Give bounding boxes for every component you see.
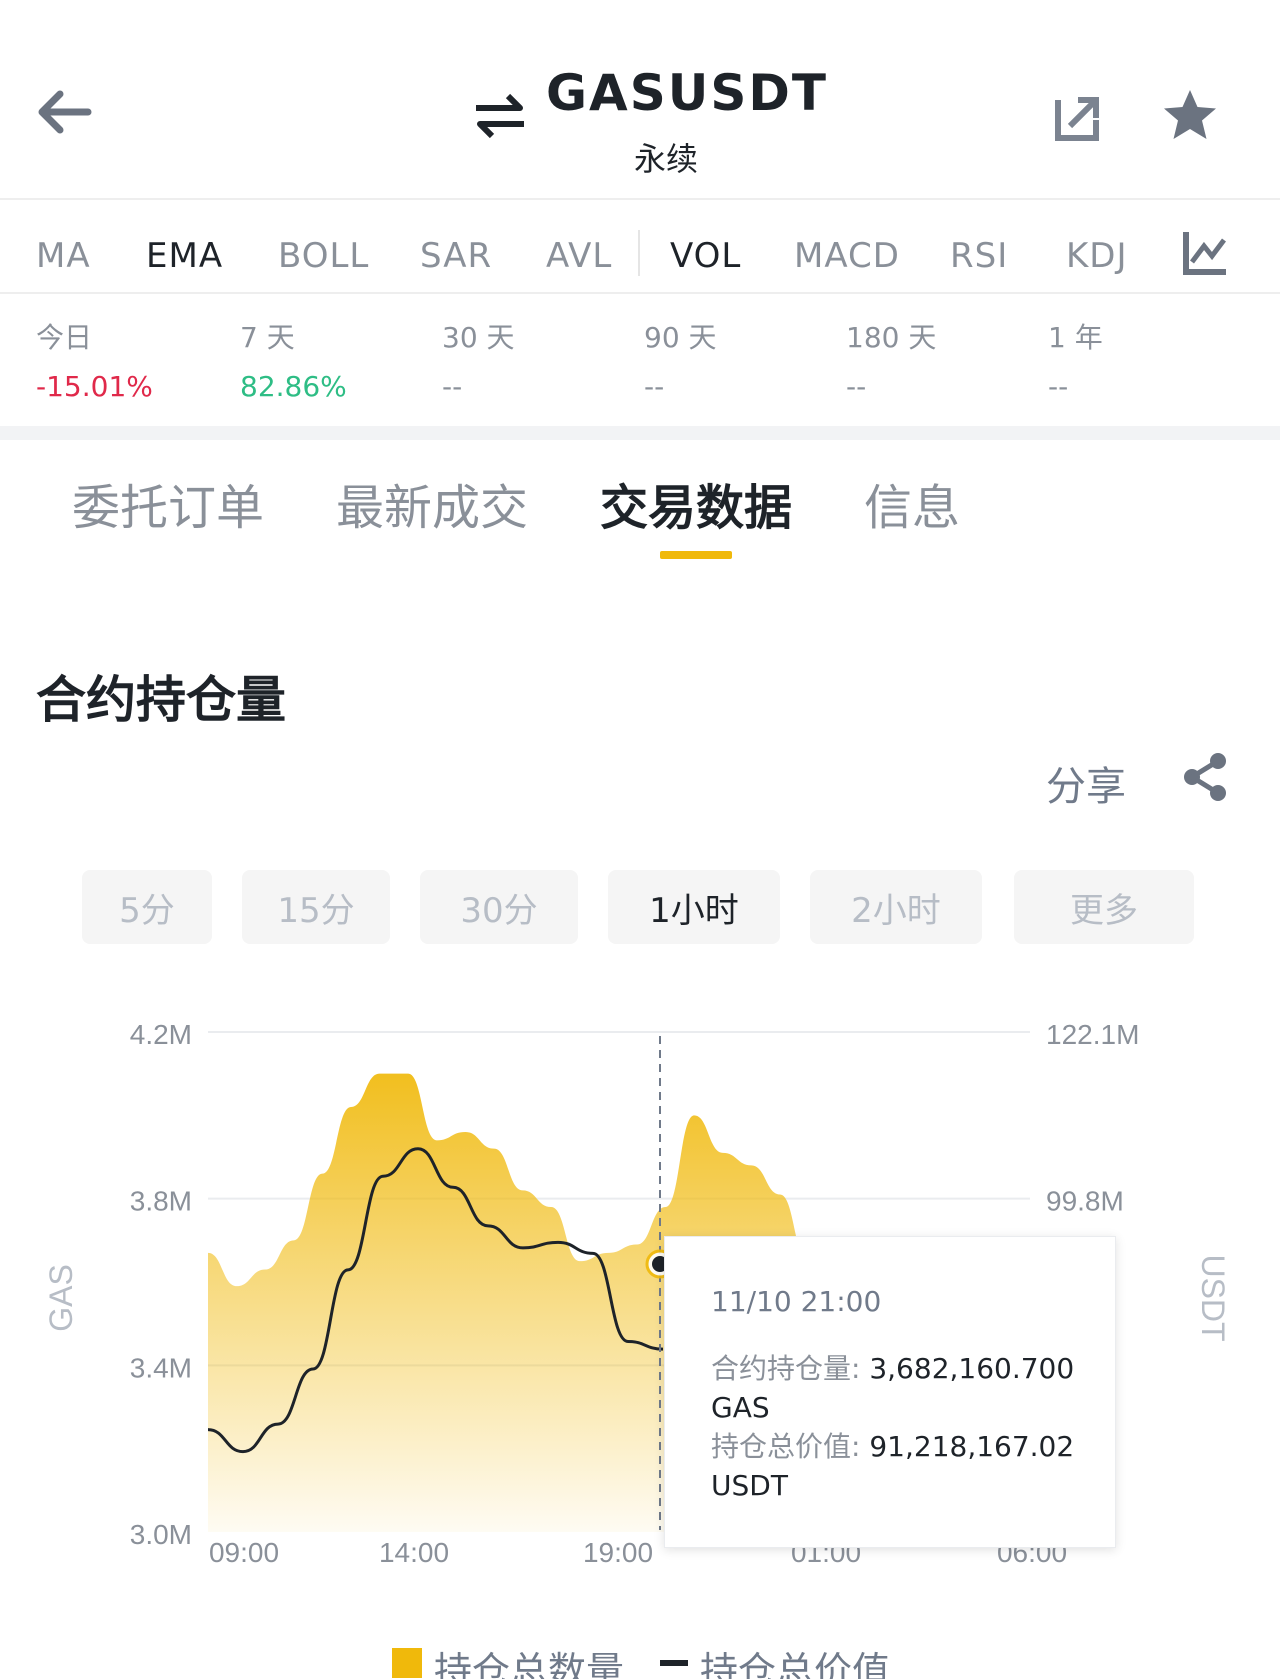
indicator-boll[interactable]: BOLL: [278, 236, 369, 276]
tooltip-value-row: 持仓总价值: 91,218,167.02 USDT: [711, 1427, 1101, 1505]
perf-30d: 30 天 --: [442, 316, 515, 403]
share-icon: [1184, 753, 1226, 801]
section-divider: [0, 426, 1280, 440]
perf-value: --: [442, 370, 463, 403]
pair-title: GASUSDT: [546, 64, 828, 122]
tooltip-oi-value: 3,682,160.700: [869, 1352, 1075, 1385]
x-tick-label: 09:00: [209, 1537, 279, 1568]
top-bar: GASUSDT 永续: [0, 0, 1280, 200]
tooltip-value-label: 持仓总价值:: [711, 1430, 861, 1463]
tooltip-oi-row: 合约持仓量: 3,682,160.700 GAS: [711, 1349, 1101, 1427]
perf-value: --: [846, 370, 867, 403]
indicator-bar: MA EMA BOLL SAR AVL VOL MACD RSI KDJ: [0, 200, 1280, 294]
y-tick-label: 3.4M: [130, 1352, 192, 1383]
indicator-divider: [638, 230, 640, 276]
legend-label-area[interactable]: 持仓总数量: [434, 1640, 624, 1679]
tooltip-oi-unit: GAS: [711, 1391, 770, 1424]
indicator-kdj[interactable]: KDJ: [1066, 236, 1128, 276]
active-tab-indicator: [660, 551, 732, 559]
timeframe-more[interactable]: 更多: [1014, 870, 1194, 944]
legend-swatch-area: [392, 1648, 422, 1678]
perf-value: --: [644, 370, 665, 403]
timeframe-5m[interactable]: 5分: [82, 870, 212, 944]
legend-label-line[interactable]: 持仓总价值: [700, 1640, 890, 1679]
tooltip-time: 11/10 21:00: [711, 1285, 882, 1318]
tab-info[interactable]: 信息: [864, 468, 960, 538]
y-tick-label: 3.8M: [130, 1186, 192, 1217]
perf-today: 今日 -15.01%: [36, 316, 153, 403]
y-tick-label: 4.2M: [130, 1019, 192, 1050]
perf-label: 今日: [36, 321, 93, 354]
share-button[interactable]: 分享: [1046, 754, 1126, 812]
y2-tick-label: 122.1M: [1046, 1019, 1139, 1050]
indicator-sar[interactable]: SAR: [420, 236, 492, 276]
favorite-button[interactable]: [1160, 86, 1220, 146]
x-tick-label: 19:00: [583, 1537, 653, 1568]
star-icon: [1164, 90, 1216, 139]
performance-row: 今日 -15.01% 7 天 82.86% 30 天 -- 90 天 -- 18…: [0, 296, 1280, 426]
section-title: 合约持仓量: [36, 671, 286, 729]
chart-tooltip: 11/10 21:00 合约持仓量: 3,682,160.700 GAS 持仓总…: [664, 1236, 1116, 1548]
perf-90d: 90 天 --: [644, 316, 717, 403]
indicator-ma[interactable]: MA: [36, 236, 91, 276]
indicator-avl[interactable]: AVL: [546, 236, 612, 276]
timeframe-15m[interactable]: 15分: [242, 870, 390, 944]
y2-tick-label: 99.8M: [1046, 1186, 1124, 1217]
share-icon-button[interactable]: [1182, 752, 1228, 802]
perf-label: 90 天: [644, 321, 717, 354]
share-external-icon: [1055, 97, 1099, 141]
timeframe-1h[interactable]: 1小时: [608, 870, 780, 944]
chart-settings-icon: [1183, 232, 1226, 275]
tab-recent-trades[interactable]: 最新成交: [336, 468, 528, 538]
y-axis-label-left: GAS: [43, 1264, 79, 1332]
indicator-rsi[interactable]: RSI: [950, 236, 1008, 276]
tooltip-value-value: 91,218,167.02: [869, 1430, 1075, 1463]
swap-icon: [476, 93, 524, 139]
detail-tabs: 委托订单 最新成交 交易数据 信息: [0, 440, 1280, 570]
contract-type-label: 永续: [634, 140, 699, 178]
perf-value: 82.86%: [240, 370, 347, 403]
perf-label: 7 天: [240, 321, 295, 354]
tab-order-book[interactable]: 委托订单: [72, 468, 264, 538]
perf-1y: 1 年 --: [1048, 316, 1103, 403]
perf-label: 180 天: [846, 321, 937, 354]
tooltip-value-unit: USDT: [711, 1469, 788, 1502]
indicator-ema[interactable]: EMA: [146, 236, 223, 276]
y-axis-label-right: USDT: [1195, 1254, 1231, 1341]
tooltip-oi-label: 合约持仓量:: [711, 1352, 861, 1385]
perf-180d: 180 天 --: [846, 316, 936, 403]
perf-7d: 7 天 82.86%: [240, 316, 347, 403]
y-tick-label: 3.0M: [130, 1519, 192, 1550]
x-tick-label: 14:00: [379, 1537, 449, 1568]
indicator-settings-button[interactable]: [1180, 228, 1230, 278]
back-arrow-icon: [38, 90, 92, 134]
legend-swatch-line: [660, 1660, 688, 1666]
timeframe-2h[interactable]: 2小时: [810, 870, 982, 944]
chart-legend: 持仓总数量 持仓总价值: [0, 1628, 1280, 1679]
timeframe-30m[interactable]: 30分: [420, 870, 578, 944]
external-share-button[interactable]: [1050, 90, 1106, 146]
pair-selector[interactable]: GASUSDT 永续: [470, 60, 826, 180]
perf-label: 1 年: [1048, 321, 1103, 354]
indicator-macd[interactable]: MACD: [794, 236, 900, 276]
tab-trading-data[interactable]: 交易数据: [600, 468, 792, 538]
back-button[interactable]: [32, 84, 96, 140]
perf-label: 30 天: [442, 321, 515, 354]
indicator-vol[interactable]: VOL: [670, 236, 741, 276]
perf-value: --: [1048, 370, 1069, 403]
perf-value: -15.01%: [36, 370, 153, 403]
